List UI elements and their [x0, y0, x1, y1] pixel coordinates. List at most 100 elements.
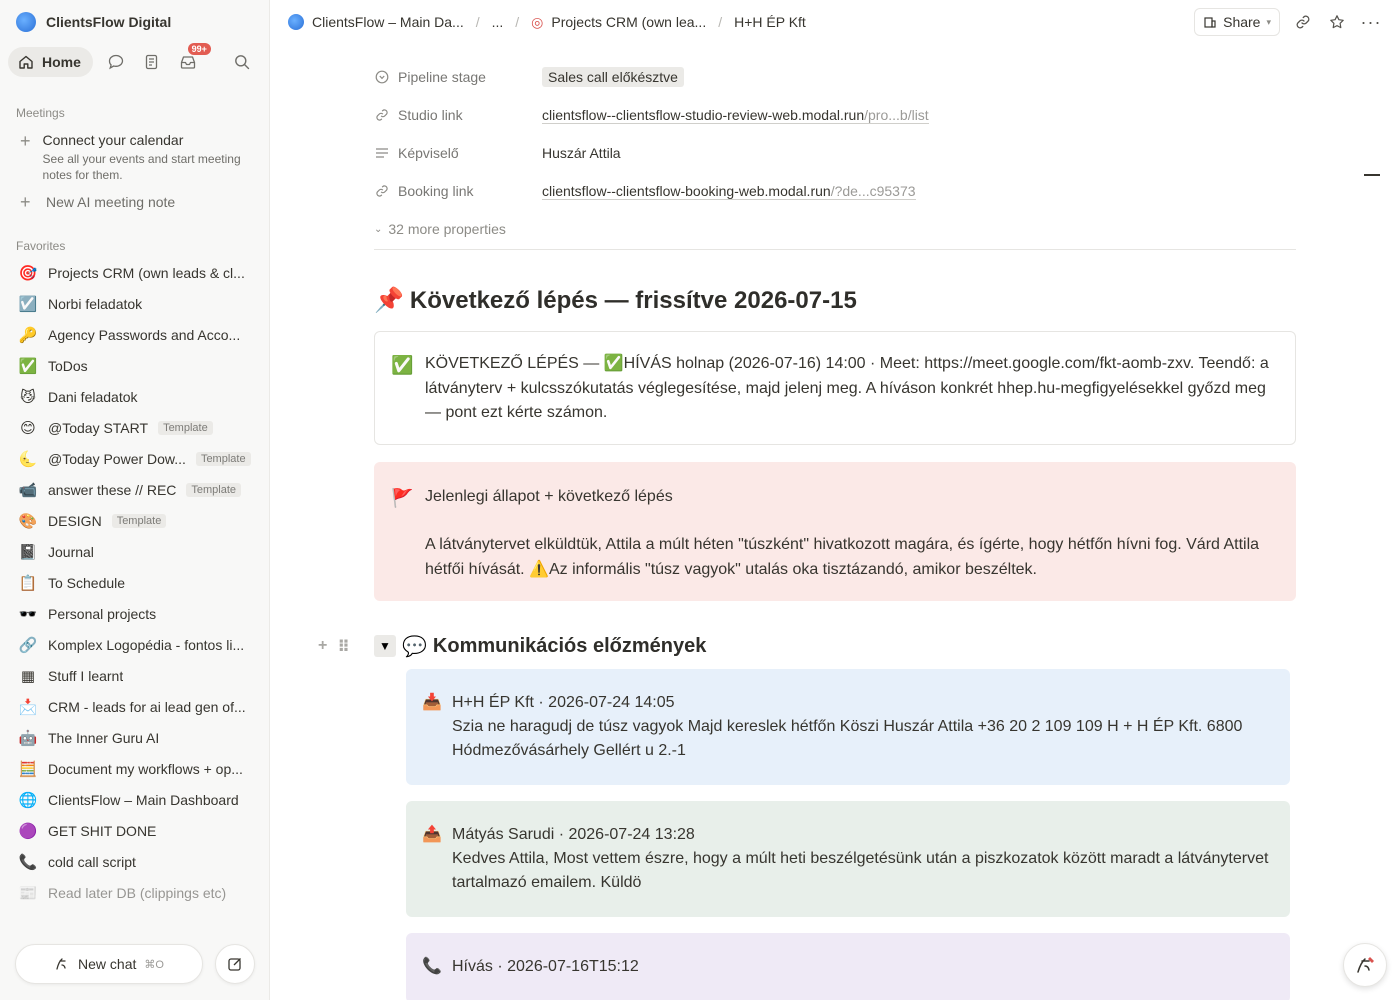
sidebar-item[interactable]: 🕶️ Personal projects	[0, 598, 269, 629]
scroll-position-marker[interactable]	[1364, 174, 1380, 176]
breadcrumb-ellipsis-label: ...	[491, 14, 504, 30]
next-step-callout[interactable]: ✅ KÖVETKEZŐ LÉPÉS — ✅HÍVÁS holnap (2026-…	[374, 331, 1296, 445]
drag-handle-icon[interactable]: ⠿	[337, 637, 350, 657]
page-icon: 📞	[18, 853, 38, 871]
star-icon[interactable]	[1326, 11, 1348, 33]
message-title: Hívás · 2026-07-16T15:12	[452, 958, 639, 975]
page-content: Pipeline stage Sales call előkésztve Stu…	[318, 44, 1296, 1000]
status-callout[interactable]: 🚩 Jelenlegi állapot + következő lépés A …	[374, 461, 1296, 601]
connect-calendar-item[interactable]: + Connect your calendar See all your eve…	[0, 124, 269, 183]
workspace-switcher[interactable]: ClientsFlow Digital	[0, 0, 269, 44]
sidebar-item[interactable]: 🟣 GET SHIT DONE	[0, 815, 269, 846]
property-name: Pipeline stage	[374, 69, 542, 85]
template-badge: Template	[186, 482, 242, 497]
new-ai-meeting-note[interactable]: + New AI meeting note	[0, 183, 269, 221]
outbox-tray-icon: 📤	[422, 826, 442, 843]
breadcrumb-dashboard-label: ClientsFlow – Main Da...	[312, 14, 464, 30]
ai-assistant-button[interactable]	[1343, 943, 1387, 987]
page-icon: 📹	[18, 481, 38, 499]
sidebar-item[interactable]: 📹 answer these // REC Template	[0, 474, 269, 505]
sidebar-item[interactable]: 🔗 Komplex Logopédia - fontos li...	[0, 629, 269, 660]
breadcrumb-current-page[interactable]: H+H ÉP Kft	[734, 14, 806, 30]
breadcrumb-dashboard[interactable]: ClientsFlow – Main Da...	[288, 14, 464, 30]
toggle-triangle-icon[interactable]: ▼	[374, 635, 396, 657]
message-callout[interactable]: 📞 Hívás · 2026-07-16T15:12	[406, 933, 1290, 1000]
new-chat-button[interactable]: New chat ⌘O	[15, 944, 203, 984]
sidebar-item[interactable]: 🌐 ClientsFlow – Main Dashboard	[0, 784, 269, 815]
history-messages: 📥 H+H ÉP Kft · 2026-07-24 14:05 Szia ne …	[406, 669, 1290, 1000]
topbar: ClientsFlow – Main Da... / ... / ◎ Proje…	[270, 0, 1400, 44]
sidebar-item[interactable]: 🔑 Agency Passwords and Acco...	[0, 319, 269, 350]
search-icon[interactable]	[229, 49, 255, 75]
sidebar-item[interactable]: 📞 cold call script	[0, 846, 269, 877]
pipeline-stage-label: Pipeline stage	[398, 69, 486, 85]
chat-icon[interactable]	[103, 49, 129, 75]
meetings-section-label: Meetings	[16, 106, 65, 120]
property-representative[interactable]: Képviselő Huszár Attila	[374, 134, 1296, 172]
sidebar-item-label: Journal	[48, 543, 94, 560]
page-icon: 🎯	[18, 264, 38, 282]
sidebar-item-label: The Inner Guru AI	[48, 729, 160, 746]
message-callout[interactable]: 📥 H+H ÉP Kft · 2026-07-24 14:05 Szia ne …	[406, 669, 1290, 785]
property-name: Booking link	[374, 183, 542, 199]
breadcrumb-projects-crm[interactable]: ◎ Projects CRM (own lea...	[531, 14, 706, 31]
text-lines-icon	[374, 145, 390, 161]
pushpin-icon: 📌	[374, 287, 404, 314]
sidebar-item[interactable]: 😼 Dani feladatok	[0, 381, 269, 412]
inbox-icon[interactable]: 99+	[175, 43, 211, 75]
link-icon[interactable]	[1292, 11, 1314, 33]
representative-label: Képviselő	[398, 145, 459, 161]
pipeline-stage-value[interactable]: Sales call előkésztve	[542, 67, 684, 87]
sidebar-item[interactable]: 🌜 @Today Power Dow... Template	[0, 443, 269, 474]
share-label: Share	[1223, 14, 1261, 30]
workspace-name: ClientsFlow Digital	[46, 14, 172, 30]
breadcrumb-current-label: H+H ÉP Kft	[734, 14, 806, 30]
workspace-logo-icon	[16, 12, 36, 32]
sidebar-item[interactable]: 🧮 Document my workflows + op...	[0, 753, 269, 784]
studio-link-value[interactable]: clientsflow--clientsflow-studio-review-w…	[542, 107, 929, 124]
more-options-icon[interactable]: ···	[1360, 11, 1382, 33]
sidebar-item[interactable]: 🤖 The Inner Guru AI	[0, 722, 269, 753]
inbox-tray-icon: 📥	[422, 694, 442, 711]
plus-icon: +	[20, 192, 31, 212]
sidebar-item-label: To Schedule	[48, 574, 126, 591]
message-callout[interactable]: 📤 Mátyás Sarudi · 2026-07-24 13:28 Kedve…	[406, 801, 1290, 917]
add-block-icon[interactable]: +	[318, 637, 327, 657]
speech-bubble-icon: 💬	[402, 635, 427, 658]
sidebar-item[interactable]: 📋 To Schedule	[0, 567, 269, 598]
sidebar-item[interactable]: 😊 @Today START Template	[0, 412, 269, 443]
telephone-icon: 📞	[422, 958, 442, 975]
sidebar-item[interactable]: ☑️ Norbi feladatok	[0, 288, 269, 319]
page-icon: 🎨	[18, 512, 38, 530]
representative-value[interactable]: Huszár Attila	[542, 145, 621, 161]
chevron-down-icon: ⌄	[374, 223, 383, 235]
sidebar-item-label: GET SHIT DONE	[48, 822, 157, 839]
property-name: Képviselő	[374, 145, 542, 161]
compose-button[interactable]	[215, 944, 255, 984]
sidebar-item[interactable]: 🎯 Projects CRM (own leads & cl...	[0, 257, 269, 288]
share-button[interactable]: Share ▾	[1194, 8, 1280, 36]
studio-link-main: clientsflow--clientsflow-studio-review-w…	[542, 106, 865, 123]
page-icon: 🕶️	[18, 605, 38, 623]
sidebar-item[interactable]: ✅ ToDos	[0, 350, 269, 381]
home-button[interactable]: Home	[8, 47, 93, 77]
sidebar-item[interactable]: 📓 Journal	[0, 536, 269, 567]
page-icon: ✅	[18, 357, 38, 375]
property-booking-link[interactable]: Booking link clientsflow--clientsflow-bo…	[374, 172, 1296, 210]
target-icon: ◎	[531, 13, 544, 30]
more-properties-toggle[interactable]: ⌄ 32 more properties	[374, 210, 1296, 248]
meeting-notes-icon[interactable]	[139, 49, 165, 75]
property-pipeline-stage[interactable]: Pipeline stage Sales call előkésztve	[374, 58, 1296, 96]
sidebar-item-label: ClientsFlow – Main Dashboard	[48, 791, 239, 808]
sidebar-item-label: @Today Power Dow...	[48, 450, 186, 467]
sidebar-item-label: Agency Passwords and Acco...	[48, 326, 241, 343]
property-studio-link[interactable]: Studio link clientsflow--clientsflow-stu…	[374, 96, 1296, 134]
sidebar-item[interactable]: 🎨 DESIGN Template	[0, 505, 269, 536]
sidebar-item[interactable]: 📩 CRM - leads for ai lead gen of...	[0, 691, 269, 722]
sidebar-item[interactable]: ▦ Stuff I learnt	[0, 660, 269, 691]
breadcrumb-ellipsis[interactable]: ...	[492, 14, 504, 30]
status-icon	[374, 69, 390, 85]
page-icon: 🟣	[18, 822, 38, 840]
sidebar-item-label: Norbi feladatok	[48, 295, 143, 312]
booking-link-value[interactable]: clientsflow--clientsflow-booking-web.mod…	[542, 183, 916, 200]
